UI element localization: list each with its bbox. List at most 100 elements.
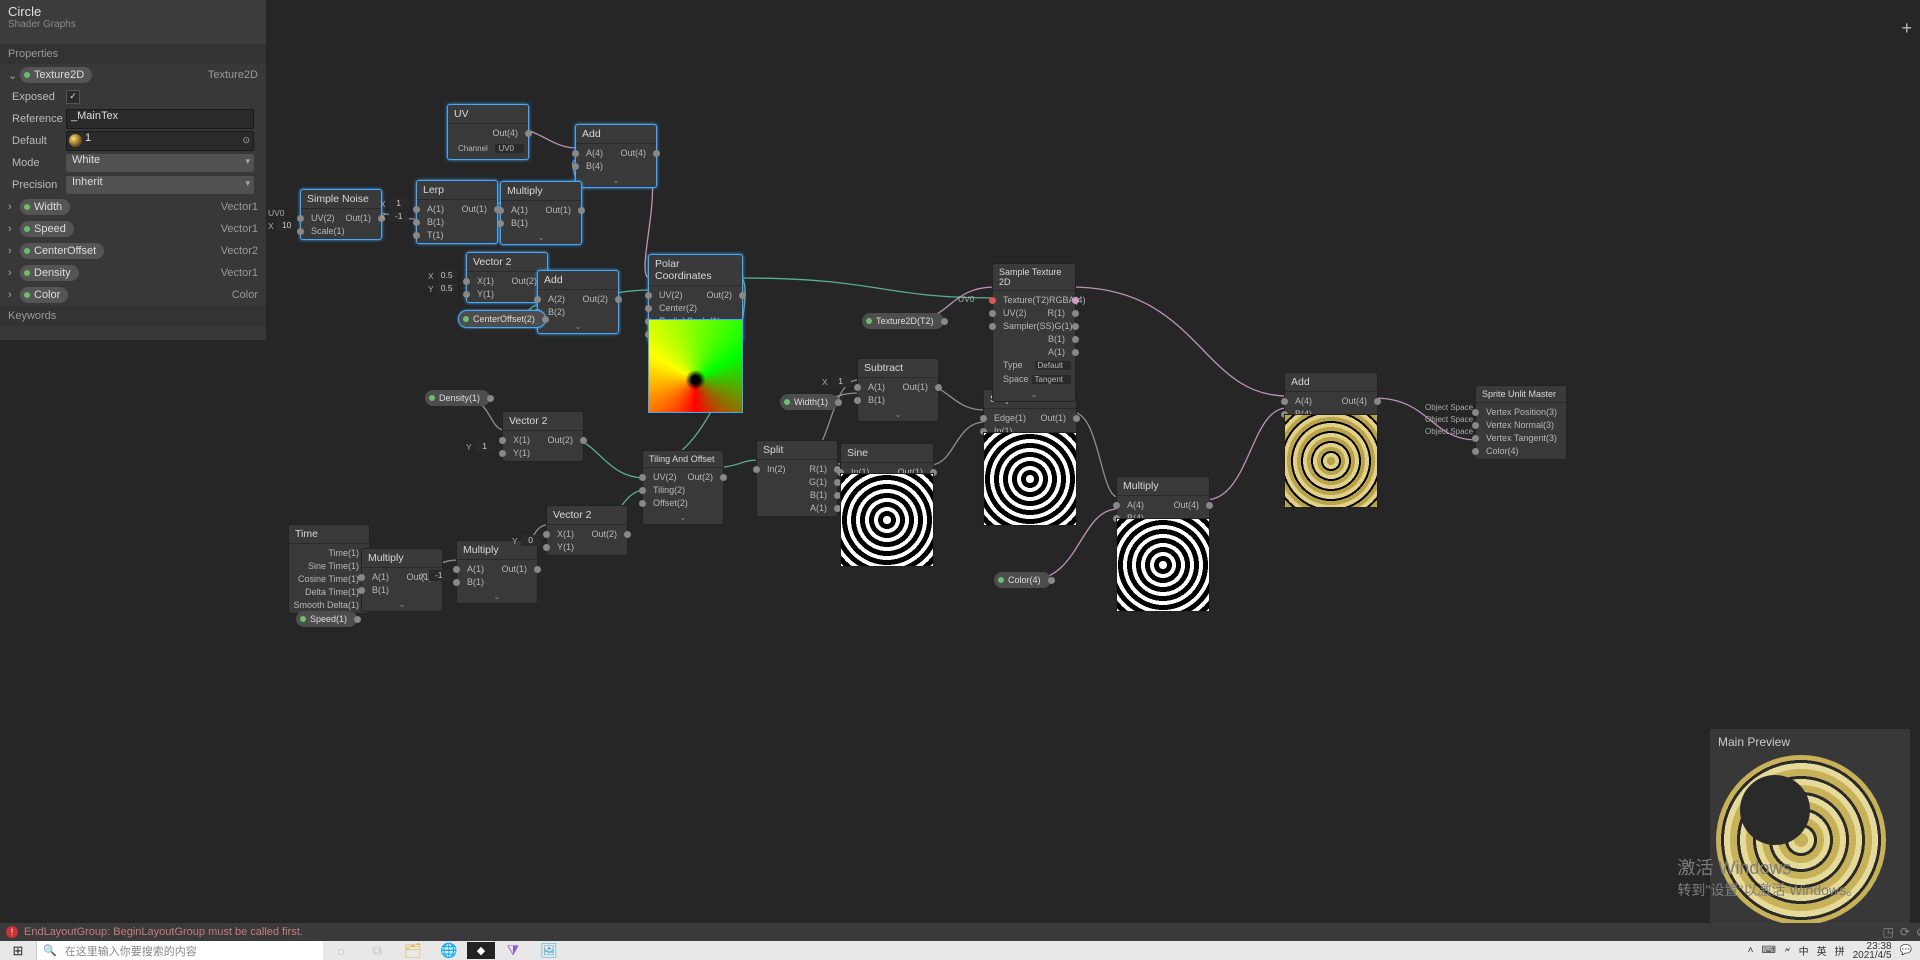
node-title[interactable]: Polar Coordinates [649,255,742,286]
port-dot[interactable] [1073,415,1080,422]
port-dot[interactable] [1281,398,1288,405]
port-dot[interactable] [413,206,420,213]
port-dot[interactable] [854,397,861,404]
status-icon-1[interactable]: ◳ [1883,925,1894,939]
tray-battery-icon[interactable]: 🗲 [1784,945,1791,956]
precision-dropdown[interactable]: Inherit [66,176,254,194]
node-tiling-and-offset[interactable]: Tiling And Offset UV(2)Out(2) Tiling(2) … [642,450,724,525]
port-dot[interactable] [1206,502,1213,509]
port-dot[interactable] [753,466,760,473]
port-dot[interactable] [624,531,631,538]
node-title[interactable]: Add [576,125,656,144]
port-dot[interactable] [543,544,550,551]
node-add-2[interactable]: Add A(2)Out(2) B(2) ⌄ [537,270,619,334]
collapse-toggle[interactable]: ⌄ [993,388,1075,401]
blackboard-panel[interactable]: Circle Shader Graphs + Properties ⌄ Text… [0,0,266,340]
port-dot[interactable] [645,292,652,299]
chevron-right-icon[interactable]: › [8,267,20,279]
port-dot[interactable] [1472,448,1479,455]
port-dot[interactable] [499,450,506,457]
node-sprite-unlit-master[interactable]: Sprite Unlit Master Vertex Position(3) V… [1475,385,1567,460]
collapse-toggle[interactable]: ⌄ [362,598,442,611]
node-title[interactable]: Multiply [362,549,442,568]
port-dot[interactable] [578,207,585,214]
node-title[interactable]: Vector 2 [503,412,583,431]
port-dot[interactable] [645,305,652,312]
property-pill[interactable]: Texture2D [20,67,92,83]
node-subtract[interactable]: Subtract A(1)Out(1) B(1) ⌄ [857,358,939,422]
node-title[interactable]: Subtract [858,359,938,378]
add-property-button[interactable]: + [1901,18,1912,39]
node-title[interactable]: Sine [841,444,933,463]
port-dot[interactable] [739,292,746,299]
node-title[interactable]: Tiling And Offset [643,451,723,468]
port-dot[interactable] [653,150,660,157]
port-dot[interactable] [941,318,948,325]
propnode-color[interactable]: Color(4) [994,572,1051,588]
node-multiply-1[interactable]: Multiply A(1)Out(1) B(1) ⌄ [500,181,582,245]
node-add-1[interactable]: Add A(4)Out(4) B(4) ⌄ [575,124,657,188]
port-dot[interactable] [1072,349,1079,356]
property-density[interactable]: › Density Vector1 [0,262,266,284]
collapse-toggle[interactable]: ⌄ [457,590,537,603]
propnode-width[interactable]: Width(1) [780,394,838,410]
reference-input[interactable]: _MainTex [66,109,254,129]
collapse-toggle[interactable]: ⌄ [501,231,581,244]
node-sample-texture-2d[interactable]: Sample Texture 2D Texture(T2)RGBA(4) UV(… [992,263,1076,402]
collapse-toggle[interactable]: ⌄ [538,320,618,333]
node-split[interactable]: Split In(2)R(1) G(1) B(1) A(1) [756,440,838,517]
status-bar[interactable]: ! EndLayoutGroup: BeginLayoutGroup must … [0,923,1920,941]
exposed-checkbox[interactable]: ✓ [66,90,80,104]
node-time[interactable]: Time Time(1) Sine Time(1) Cosine Time(1)… [288,524,370,614]
type-dropdown[interactable]: Default [1035,361,1071,370]
port-dot[interactable] [534,296,541,303]
status-icon-3[interactable]: ⊘ [1916,925,1920,939]
property-width[interactable]: › Width Vector1 [0,196,266,218]
node-vector2-b[interactable]: Vector 2 X(1)Out(2) Y(1) [502,411,584,462]
tray-keyboard-icon[interactable]: ⌨ [1762,945,1776,956]
port-dot[interactable] [1374,398,1381,405]
node-title[interactable]: Multiply [1117,477,1209,496]
property-centeroffset[interactable]: › CenterOffset Vector2 [0,240,266,262]
port-dot[interactable] [463,291,470,298]
port-dot[interactable] [854,384,861,391]
property-color[interactable]: › Color Color [0,284,266,306]
node-multiply-3[interactable]: Multiply A(1)Out(1) B(1) ⌄ [456,540,538,604]
node-title[interactable]: Split [757,441,837,460]
node-title[interactable]: Simple Noise [301,190,381,209]
node-title[interactable]: Add [1285,373,1377,392]
object-picker-icon[interactable]: ⊙ [242,135,250,146]
ime-lang-2[interactable]: 英 [1817,943,1827,958]
port-dot[interactable] [487,395,494,402]
port-dot[interactable] [980,415,987,422]
ime-lang-3[interactable]: 拼 [1835,943,1845,958]
node-vector2-c[interactable]: Vector 2 X(1)Out(2) Y(1) [546,505,628,556]
property-pill[interactable]: Color [20,287,68,303]
port-dot[interactable] [358,587,365,594]
port-dot[interactable] [639,500,646,507]
unity-icon[interactable]: ◆ [467,942,495,959]
propnode-texture2d[interactable]: Texture2D(T2) [862,313,944,329]
port-dot[interactable] [572,150,579,157]
port-dot[interactable] [497,220,504,227]
property-pill[interactable]: Density [20,265,79,281]
chrome-icon[interactable]: 🌐 [431,941,467,960]
port-dot[interactable] [1472,409,1479,416]
port-dot[interactable] [615,296,622,303]
clock[interactable]: 23:382021/4/5 [1853,942,1892,960]
cortana-icon[interactable]: ○ [323,941,359,960]
port-dot[interactable] [1072,323,1079,330]
property-pill[interactable]: Speed [20,221,74,237]
photos-icon[interactable]: 🖼 [531,941,567,960]
port-dot[interactable] [497,207,504,214]
port-dot[interactable] [358,574,365,581]
port-dot[interactable] [1472,435,1479,442]
mode-dropdown[interactable]: White [66,154,254,172]
port-dot[interactable] [1113,502,1120,509]
node-title[interactable]: Vector 2 [547,506,627,525]
port-dot[interactable] [525,130,532,137]
propnode-centeroffset[interactable]: CenterOffset(2) [458,310,546,328]
collapse-toggle[interactable]: ⌄ [643,511,723,524]
port-dot[interactable] [453,579,460,586]
node-uv[interactable]: UV Out(4) ChannelUV0 [447,104,529,160]
